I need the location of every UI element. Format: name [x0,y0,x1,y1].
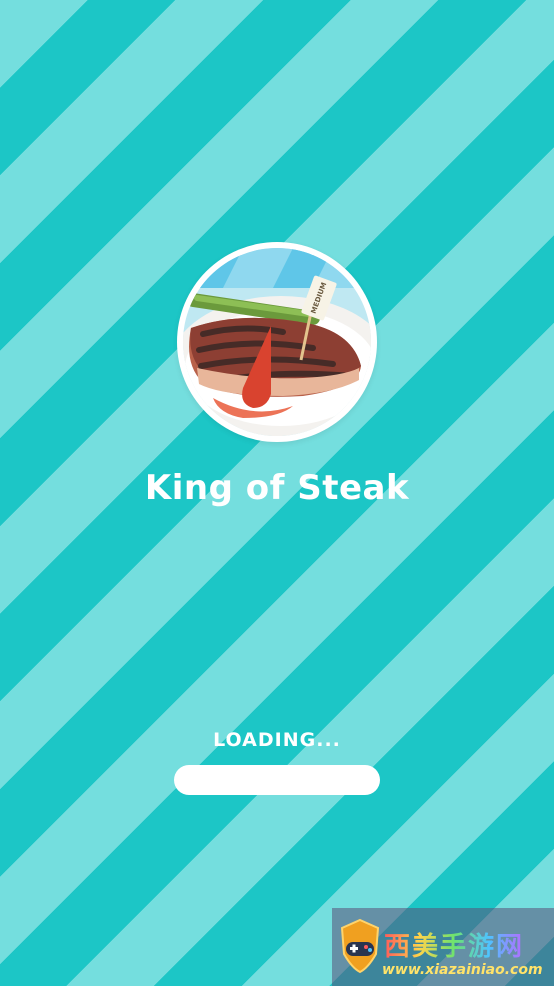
watermark-url: www.xiazainiao.com [382,962,543,978]
loading-label: LOADING... [213,729,341,751]
game-title: King of Steak [144,468,410,508]
watermark-brand: 西美手游网 [384,926,524,963]
loading-progress-bar [174,765,380,795]
game-logo: MEDIUM [177,242,377,442]
site-watermark: 西美手游网 www.xiazainiao.com [332,908,554,986]
gamepad-icon [338,918,382,978]
steak-logo-image: MEDIUM [183,248,371,436]
